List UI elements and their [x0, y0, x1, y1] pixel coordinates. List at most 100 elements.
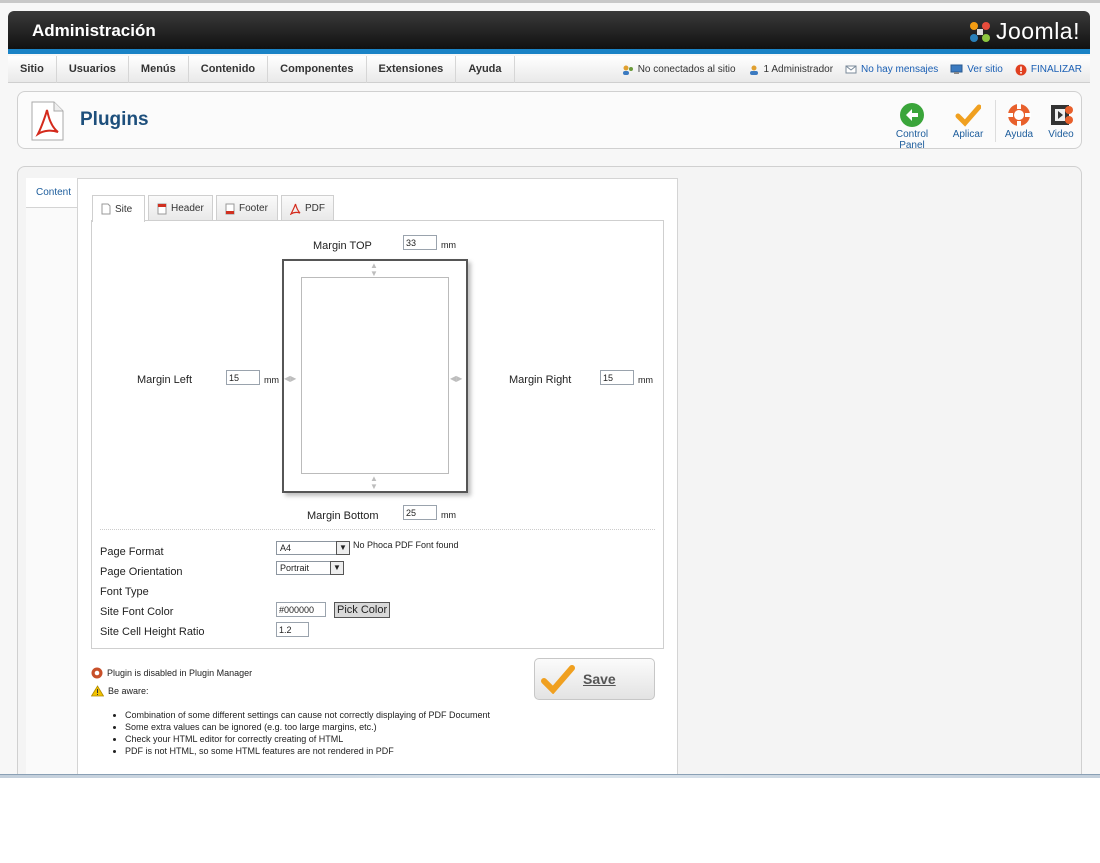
page-orientation-select[interactable]: Portrait ▼ — [276, 561, 344, 575]
warning-list: Combination of some different settings c… — [110, 709, 490, 757]
list-item: PDF is not HTML, so some HTML features a… — [125, 745, 490, 757]
margin-right-label: Margin Right — [509, 374, 572, 386]
logout-text: FINALIZAR — [1030, 64, 1082, 75]
control-panel-label: Control Panel — [895, 129, 929, 151]
joomla-logo: Joomla! — [967, 18, 1080, 45]
video-label: Video — [1048, 129, 1074, 140]
list-item: Check your HTML editor for correctly cre… — [125, 733, 490, 745]
margin-bottom-input[interactable] — [403, 505, 437, 520]
pick-color-button[interactable]: Pick Color — [334, 602, 391, 618]
tab-pdf[interactable]: PDF — [281, 195, 334, 221]
menu-ayuda[interactable]: Ayuda — [456, 55, 515, 83]
arrow-left-icon: ◀▶ — [284, 374, 297, 383]
status-messages[interactable]: No hay mensajes — [845, 64, 938, 75]
view-site-link[interactable]: Ver sitio — [950, 64, 1003, 75]
margin-top-unit: mm — [441, 240, 456, 250]
page-preview-inner — [301, 277, 449, 474]
menu-extensiones[interactable]: Extensiones — [367, 55, 457, 83]
menu-menus[interactable]: Menús — [129, 55, 189, 83]
list-item: Some extra values can be ignored (e.g. t… — [125, 721, 490, 733]
logout-link[interactable]: FINALIZAR — [1015, 64, 1082, 76]
side-tab-content[interactable]: Content — [26, 178, 78, 208]
margin-left-unit: mm — [264, 375, 279, 385]
warning-icon — [91, 685, 104, 697]
tab-footer[interactable]: Footer — [216, 195, 278, 221]
status-not-connected-text: No conectados al sitio — [637, 64, 736, 75]
margin-top-input[interactable] — [403, 235, 437, 250]
arrow-right-icon: ◀▶ — [450, 374, 463, 383]
page-footer-icon — [225, 203, 235, 214]
status-admins: 1 Administrador — [748, 64, 833, 76]
menu-contenido[interactable]: Contenido — [189, 55, 269, 83]
main-menu-bar: Sitio Usuarios Menús Contenido Component… — [8, 55, 1090, 83]
status-admins-text: 1 Administrador — [763, 64, 834, 75]
chevron-down-icon: ▼ — [330, 561, 344, 575]
pdf-icon — [290, 203, 301, 215]
pdf-plugin-icon — [28, 100, 66, 145]
menu-componentes[interactable]: Componentes — [268, 55, 367, 83]
status-messages-text: No hay mensajes — [861, 64, 939, 75]
window-bottom-edge — [0, 774, 1100, 778]
page-header-icon — [157, 203, 167, 214]
status-bar: No conectados al sitio 1 Administrador N… — [622, 56, 1082, 83]
messages-icon — [845, 65, 857, 74]
film-video-icon — [1051, 105, 1073, 125]
chevron-down-icon: ▼ — [336, 541, 350, 555]
margin-right-unit: mm — [638, 375, 653, 385]
status-not-connected: No conectados al sitio — [622, 64, 736, 76]
view-site-text: Ver sitio — [967, 64, 1003, 75]
control-panel-button[interactable]: Control Panel — [882, 101, 942, 151]
disabled-circle-icon — [91, 667, 103, 679]
side-tab-column — [26, 208, 78, 777]
be-aware-text: Be aware: — [108, 686, 149, 696]
arrow-top-icon: ▲ ▼ — [370, 261, 378, 278]
margin-bottom-label: Margin Bottom — [307, 510, 379, 522]
margin-top-label: Margin TOP — [313, 240, 372, 252]
video-button[interactable]: Video — [1045, 101, 1077, 140]
tab-header[interactable]: Header — [148, 195, 213, 221]
menu-usuarios[interactable]: Usuarios — [57, 55, 129, 83]
list-item: Combination of some different settings c… — [125, 709, 490, 721]
joomla-logo-icon — [969, 21, 990, 42]
tab-site[interactable]: Site — [92, 195, 145, 222]
help-button[interactable]: Ayuda — [1003, 101, 1035, 140]
page-format-select[interactable]: A4 ▼ — [276, 541, 350, 555]
apply-button[interactable]: Aplicar — [948, 101, 988, 140]
section-divider — [100, 529, 655, 530]
page-orientation-value: Portrait — [280, 563, 310, 573]
admin-user-icon — [749, 65, 758, 75]
save-label: Save — [583, 671, 616, 687]
joomla-wordmark: Joomla! — [995, 18, 1080, 44]
checkmark-icon — [541, 665, 575, 694]
tab-header-label: Header — [171, 203, 204, 214]
margin-bottom-unit: mm — [441, 510, 456, 520]
cell-height-ratio-input[interactable] — [276, 622, 309, 637]
page-toolbar: Plugins Control Panel Aplicar Ayuda Vide… — [17, 91, 1082, 151]
menu-sitio[interactable]: Sitio — [8, 55, 57, 83]
margin-right-input[interactable] — [600, 370, 634, 385]
cell-height-ratio-label: Site Cell Height Ratio — [100, 626, 205, 638]
plugin-disabled-note: Plugin is disabled in Plugin Manager — [91, 667, 252, 679]
users-icon — [622, 65, 633, 75]
apply-label: Aplicar — [952, 129, 984, 140]
admin-header: Administración Joomla! — [8, 11, 1090, 54]
toolbar-separator — [995, 100, 996, 142]
admin-title: Administración — [32, 21, 156, 40]
margin-left-label: Margin Left — [137, 374, 193, 386]
margin-left-input[interactable] — [226, 370, 260, 385]
monitor-icon — [950, 64, 963, 74]
page-title: Plugins — [80, 109, 149, 130]
help-label: Ayuda — [1004, 129, 1034, 140]
screenshot-area: Administración Joomla! Sitio Usuarios Me… — [0, 3, 1100, 777]
lifebuoy-icon — [1007, 103, 1031, 127]
page-orientation-label: Page Orientation — [100, 566, 183, 578]
save-button[interactable]: Save — [534, 658, 655, 700]
back-arrow-icon — [900, 103, 924, 127]
font-not-found-note: No Phoca PDF Font found — [353, 540, 459, 550]
arrow-bottom-icon: ▲ ▼ — [370, 474, 378, 491]
tab-pdf-label: PDF — [305, 203, 325, 214]
page-format-label: Page Format — [100, 546, 164, 558]
page-format-value: A4 — [280, 543, 292, 553]
checkmark-icon — [955, 104, 981, 127]
site-font-color-input[interactable] — [276, 602, 326, 617]
